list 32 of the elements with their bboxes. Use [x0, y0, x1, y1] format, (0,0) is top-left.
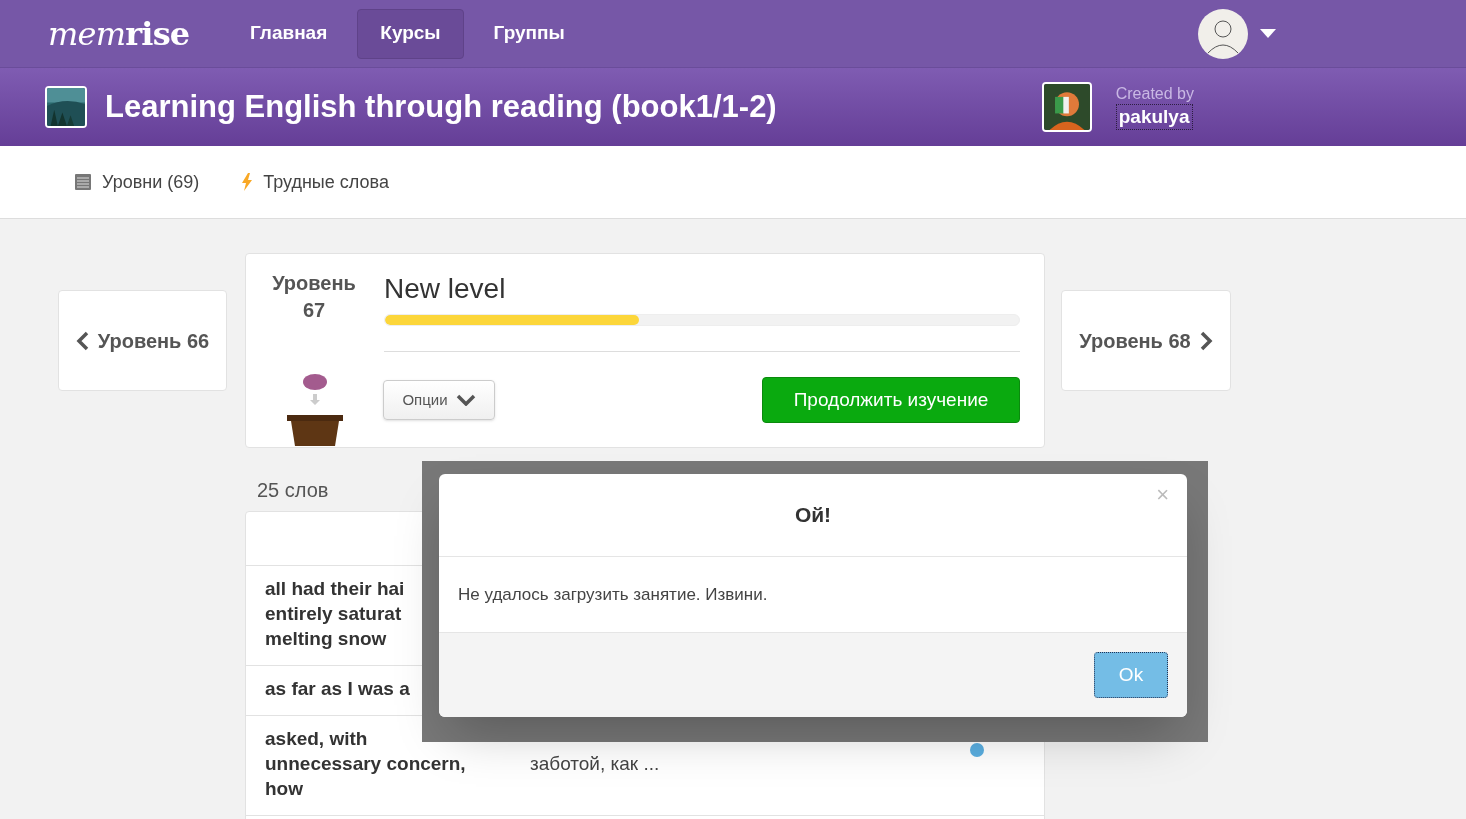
level-number: 67	[301, 298, 327, 323]
seed-pot-icon	[286, 372, 344, 446]
level-title: New level	[384, 272, 506, 306]
caret-icon[interactable]	[1260, 28, 1276, 39]
created-by-label: Created by	[1115, 84, 1194, 105]
subnav-link[interactable]: Уровни (69)	[74, 168, 200, 196]
word-count: 25 слов	[257, 478, 329, 503]
course-title: Learning English through reading (book1/1-2)	[105, 87, 777, 126]
lightning-icon	[241, 173, 254, 191]
water-drop-icon	[970, 743, 984, 757]
next-level-button[interactable]: Уровень 68	[1061, 290, 1231, 391]
nav-tab[interactable]: Группы	[471, 8, 587, 59]
options-dropdown[interactable]: Опции	[383, 380, 495, 420]
nav-tab[interactable]: Главная	[228, 8, 350, 59]
author-avatar[interactable]	[1041, 82, 1092, 132]
translation-cell-text: заботой, как ...	[530, 752, 660, 776]
memrise-logo[interactable]: memrise	[48, 9, 208, 58]
dialog-title: Ой!	[794, 502, 832, 529]
chevron-right-icon	[1198, 330, 1213, 351]
previous-level-button[interactable]: Уровень 66	[58, 290, 227, 391]
word-cell-text: asked, with unnecessary concern, how	[265, 727, 466, 801]
list-icon	[74, 173, 92, 191]
chevron-down-icon	[455, 394, 476, 406]
user-avatar[interactable]	[1198, 8, 1248, 59]
chevron-left-icon	[75, 330, 90, 351]
dialog-message: Не удалось загрузить занятие. Извини.	[458, 583, 768, 606]
nav-tab[interactable]: Курсы	[357, 8, 464, 59]
author-link[interactable]: pakulya	[1115, 104, 1193, 130]
word-cell-text: all had their hai entirely saturat melting snow	[265, 577, 405, 651]
level-label: Уровень	[271, 271, 357, 296]
subnav-link[interactable]: Трудные слова	[241, 168, 389, 196]
word-cell-text: as far as I was a	[265, 677, 410, 701]
